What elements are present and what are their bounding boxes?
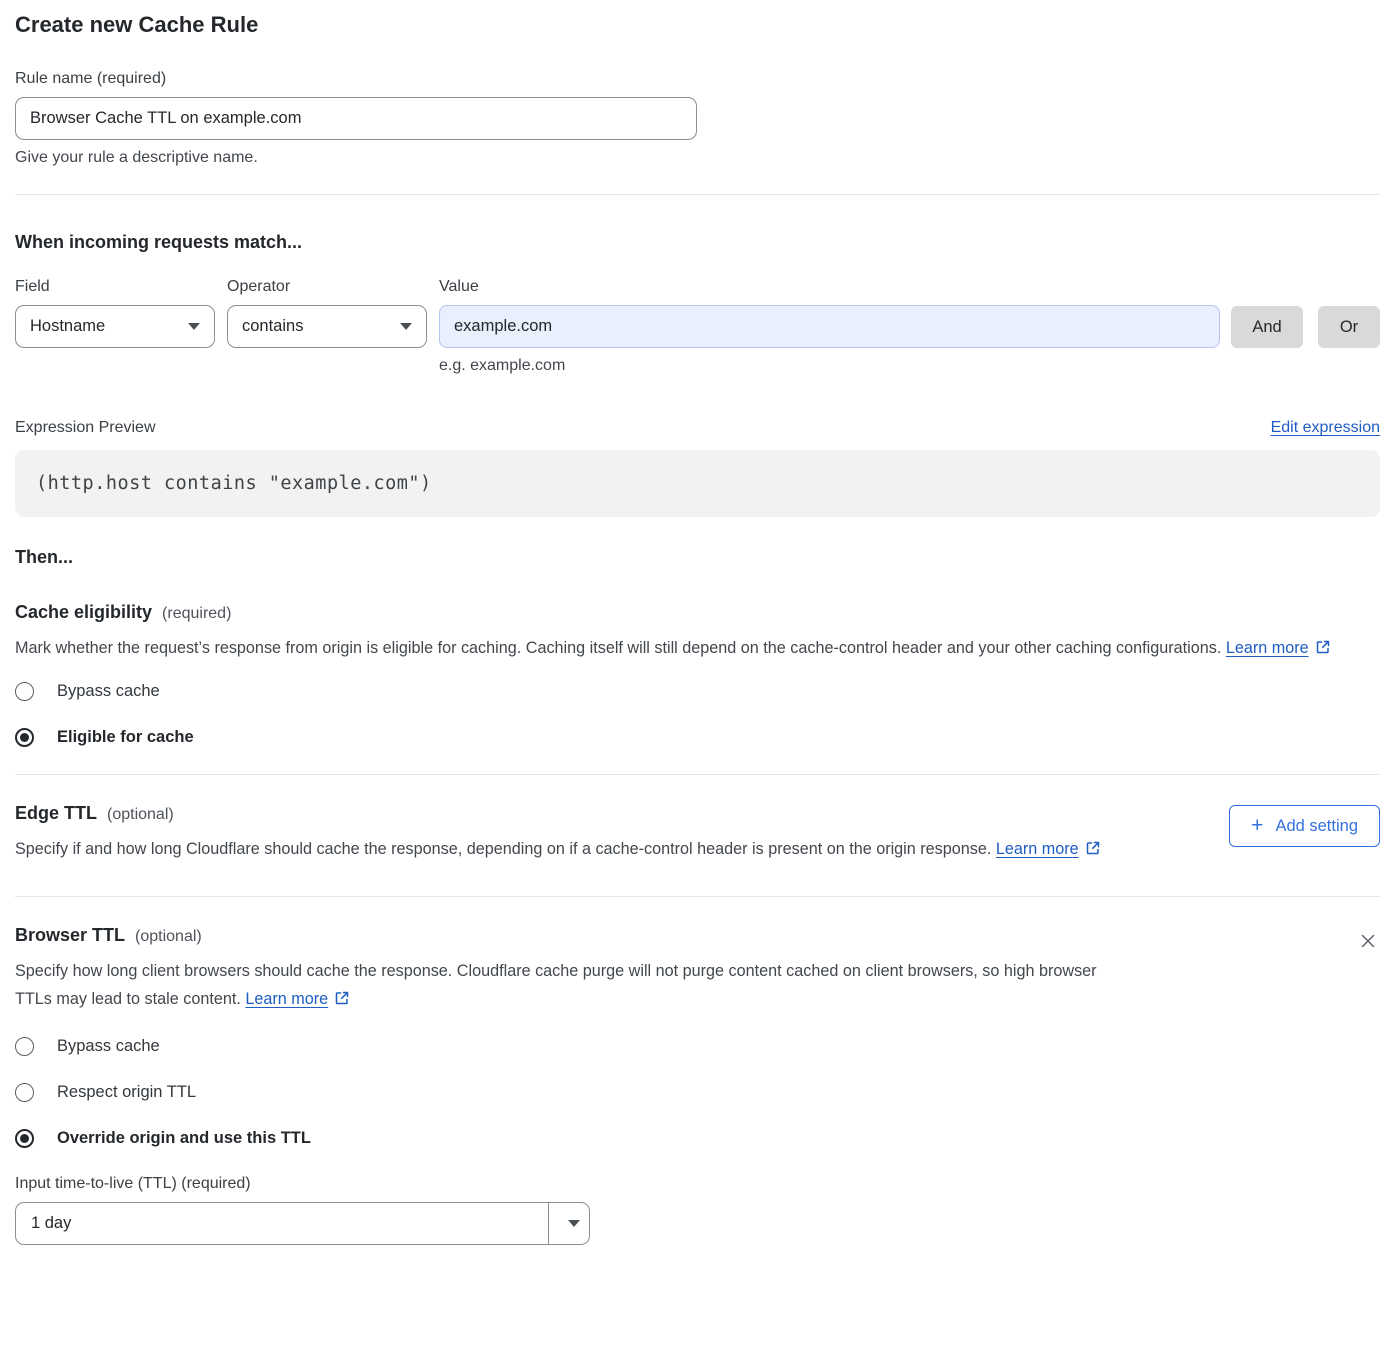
value-helper: e.g. example.com (439, 357, 1380, 375)
radio-label: Bypass cache (57, 1037, 160, 1056)
edge-ttl-section: Edge TTL (optional) Specify if and how l… (15, 803, 1380, 863)
operator-select[interactable]: contains (227, 305, 427, 348)
expression-header: Expression Preview Edit expression (15, 419, 1380, 437)
radio-label: Respect origin TTL (57, 1083, 196, 1102)
edge-ttl-title: Edge TTL (15, 803, 97, 824)
rule-name-label: Rule name (required) (15, 70, 1380, 88)
learn-more-link[interactable]: Learn more (1226, 634, 1309, 662)
radio-label: Eligible for cache (57, 728, 194, 747)
radio-bypass-cache[interactable]: Bypass cache (15, 682, 1380, 701)
ttl-select-value: 1 day (16, 1203, 548, 1244)
ttl-select-arrow[interactable] (548, 1203, 589, 1244)
radio-override-origin-ttl[interactable]: Override origin and use this TTL (15, 1129, 1380, 1148)
cache-eligibility-description: Mark whether the request’s response from… (15, 634, 1380, 662)
edge-ttl-content: Edge TTL (optional) Specify if and how l… (15, 803, 1229, 863)
caret-down-icon (400, 323, 412, 330)
radio-icon[interactable] (15, 682, 34, 701)
radio-label: Bypass cache (57, 682, 160, 701)
then-heading: Then... (15, 547, 1380, 568)
external-link-icon (1315, 636, 1331, 664)
field-label: Field (15, 278, 215, 296)
and-button[interactable]: And (1231, 306, 1303, 348)
cache-eligibility-title: Cache eligibility (15, 602, 152, 623)
cache-eligibility-options: Bypass cache Eligible for cache (15, 682, 1380, 747)
required-badge: (required) (162, 605, 231, 623)
radio-label: Override origin and use this TTL (57, 1129, 311, 1148)
match-condition-row: Field Hostname Operator contains Value A… (15, 278, 1380, 348)
match-heading: When incoming requests match... (15, 232, 1380, 253)
browser-ttl-section: Browser TTL (optional) Specify how long … (15, 925, 1380, 1245)
browser-ttl-options: Bypass cache Respect origin TTL Override… (15, 1037, 1380, 1148)
expression-code-block: (http.host contains "example.com") (15, 450, 1380, 517)
value-label: Value (439, 278, 1220, 296)
divider (15, 774, 1380, 775)
add-setting-button[interactable]: + Add setting (1229, 805, 1380, 847)
rule-name-input[interactable] (15, 97, 697, 140)
divider (15, 194, 1380, 195)
caret-down-icon (188, 323, 200, 330)
expression-preview-label: Expression Preview (15, 419, 156, 437)
caret-down-icon (568, 1220, 580, 1227)
optional-badge: (optional) (135, 928, 202, 946)
radio-bypass-cache[interactable]: Bypass cache (15, 1037, 1380, 1056)
operator-column: Operator contains (227, 278, 427, 348)
cache-eligibility-section: Cache eligibility (required) Mark whethe… (15, 602, 1380, 747)
radio-icon[interactable] (15, 1037, 34, 1056)
page-title: Create new Cache Rule (15, 12, 1380, 38)
create-cache-rule-form: Create new Cache Rule Rule name (require… (0, 0, 1400, 1275)
ttl-select[interactable]: 1 day (15, 1202, 590, 1245)
external-link-icon (1085, 837, 1101, 865)
radio-respect-origin-ttl[interactable]: Respect origin TTL (15, 1083, 1380, 1102)
remove-browser-ttl-button[interactable] (1356, 929, 1380, 956)
radio-icon-selected[interactable] (15, 728, 34, 747)
close-icon (1358, 939, 1378, 954)
browser-ttl-header: Browser TTL (optional) (15, 925, 1356, 946)
browser-ttl-top: Browser TTL (optional) Specify how long … (15, 925, 1380, 1013)
operator-label: Operator (227, 278, 427, 296)
field-select[interactable]: Hostname (15, 305, 215, 348)
edit-expression-link[interactable]: Edit expression (1271, 419, 1380, 437)
rule-name-group: Rule name (required) Give your rule a de… (15, 70, 1380, 167)
browser-ttl-title: Browser TTL (15, 925, 125, 946)
description-text: Specify if and how long Cloudflare shoul… (15, 840, 991, 858)
cache-eligibility-header: Cache eligibility (required) (15, 602, 1380, 623)
external-link-icon (334, 987, 350, 1015)
browser-ttl-description: Specify how long client browsers should … (15, 957, 1105, 1013)
ttl-input-label: Input time-to-live (TTL) (required) (15, 1175, 1380, 1193)
radio-icon-selected[interactable] (15, 1129, 34, 1148)
plus-icon: + (1251, 815, 1263, 836)
field-select-value: Hostname (30, 317, 105, 336)
edge-ttl-description: Specify if and how long Cloudflare shoul… (15, 835, 1110, 863)
ttl-input-group: Input time-to-live (TTL) (required) 1 da… (15, 1175, 1380, 1245)
optional-badge: (optional) (107, 806, 174, 824)
radio-icon[interactable] (15, 1083, 34, 1102)
radio-eligible-for-cache[interactable]: Eligible for cache (15, 728, 1380, 747)
value-input[interactable] (439, 305, 1220, 348)
add-setting-label: Add setting (1275, 817, 1358, 836)
rule-name-helper: Give your rule a descriptive name. (15, 149, 1380, 167)
description-text: Specify how long client browsers should … (15, 962, 1097, 1008)
learn-more-link[interactable]: Learn more (245, 985, 328, 1013)
operator-select-value: contains (242, 317, 303, 336)
or-button[interactable]: Or (1318, 306, 1380, 348)
description-text: Mark whether the request’s response from… (15, 639, 1221, 657)
divider (15, 896, 1380, 897)
learn-more-link[interactable]: Learn more (996, 835, 1079, 863)
value-column: Value (439, 278, 1220, 348)
edge-ttl-header: Edge TTL (optional) (15, 803, 1229, 824)
field-column: Field Hostname (15, 278, 215, 348)
browser-ttl-content: Browser TTL (optional) Specify how long … (15, 925, 1356, 1013)
